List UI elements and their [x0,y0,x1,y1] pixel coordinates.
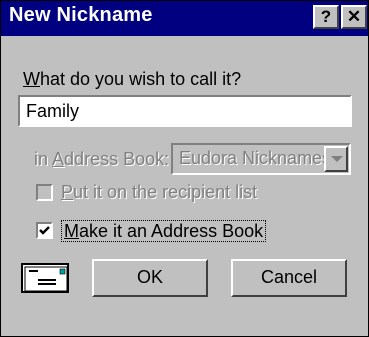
address-book-label: in Address Book: [34,149,169,170]
address-book-dropdown-button[interactable] [324,146,348,172]
envelope-button[interactable] [21,263,69,293]
address-book-label-prefix: in [34,149,53,169]
cancel-button[interactable]: Cancel [231,259,347,297]
nickname-input[interactable] [18,95,352,127]
recipient-list-mnemonic: P [61,182,74,202]
recipient-list-checkbox[interactable] [36,184,53,201]
close-button[interactable]: ✕ [341,5,367,29]
ok-button[interactable]: OK [92,259,208,297]
dialog-title: New Nickname [9,4,153,26]
help-button[interactable]: ? [313,5,339,29]
address-book-label-text: ddress Book: [64,149,170,169]
make-address-book-checkbox[interactable] [36,222,53,239]
title-bar[interactable]: New Nickname ? ✕ [1,1,368,36]
make-address-book-label[interactable]: Make it an Address Book [61,220,267,242]
make-address-book-text: ake it an Address Book [79,221,264,241]
prompt-mnemonic: W [23,69,40,89]
chevron-down-icon [331,156,343,162]
recipient-list-text: ut it on the recipient list [73,182,258,202]
new-nickname-dialog: New Nickname ? ✕ What do you wish to cal… [0,0,369,337]
checkmark-icon [39,226,50,235]
prompt-text: hat do you wish to call it? [40,69,242,89]
address-book-select[interactable]: Eudora Nicknames [171,143,351,175]
make-address-book-mnemonic: M [64,221,79,241]
recipient-list-label[interactable]: Put it on the recipient list [61,182,257,203]
address-book-selected-value: Eudora Nicknames [179,148,332,168]
address-book-label-mnemonic: A [52,149,65,169]
envelope-icon [24,266,68,292]
name-prompt-label: What do you wish to call it? [23,69,241,90]
